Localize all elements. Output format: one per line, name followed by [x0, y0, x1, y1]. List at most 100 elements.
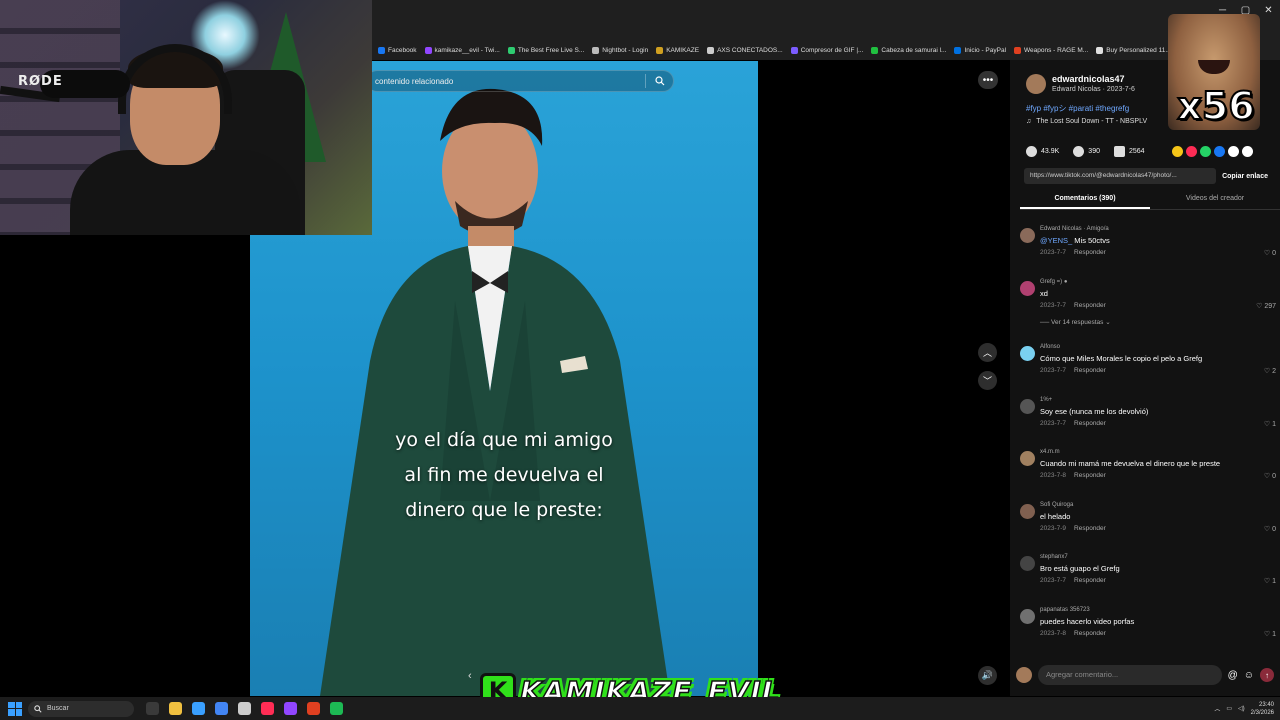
emoji-icon[interactable]: ☺ — [1244, 670, 1254, 681]
bookmark-item[interactable]: Compresor de GIF |... — [790, 46, 863, 54]
avatar[interactable] — [1020, 399, 1035, 414]
volume-icon[interactable]: ◁) — [1238, 705, 1245, 712]
comment-like[interactable]: ♡ 1 — [1264, 577, 1276, 585]
reply-button[interactable]: Responder — [1074, 525, 1106, 532]
share-arrow-icon[interactable] — [1242, 146, 1253, 157]
taskbar-app-icon[interactable] — [192, 702, 205, 715]
facebook-icon[interactable] — [1214, 146, 1225, 157]
related-search-bar[interactable]: contenido relacionado — [366, 70, 674, 92]
avatar[interactable] — [1020, 609, 1035, 624]
reply-button[interactable]: Responder — [1074, 577, 1106, 584]
windows-start-icon[interactable] — [8, 701, 22, 716]
comment-like[interactable]: ♡ 1 — [1264, 420, 1276, 428]
bookmark-item[interactable]: Facebook — [378, 46, 417, 54]
taskbar-app-icon[interactable] — [330, 702, 343, 715]
reply-button[interactable]: Responder — [1074, 249, 1106, 256]
comment-username[interactable]: 1%+ — [1040, 397, 1052, 403]
post-link-field[interactable]: https://www.tiktok.com/@edwardnicolas47/… — [1024, 168, 1217, 184]
tray-chevron-icon[interactable]: ︿ — [1214, 704, 1220, 713]
bookmark-item[interactable]: KAMIKAZE — [656, 46, 699, 54]
more-options-button[interactable]: ••• — [978, 71, 998, 89]
taskbar-app-icon[interactable] — [146, 702, 159, 715]
post-hashtags[interactable]: #fyp #fypシ #parati #thegrefg — [1026, 103, 1129, 114]
reply-button[interactable]: Responder — [1074, 420, 1106, 427]
search-icon[interactable] — [645, 74, 665, 88]
bookmark-item[interactable]: Buy Personalized 11... — [1096, 46, 1171, 54]
comment-username[interactable]: Alfonso — [1040, 344, 1060, 350]
bookmark-item[interactable]: Weapons - RAGE M... — [1014, 46, 1088, 54]
emote-count: x56 — [1176, 83, 1255, 129]
music-row[interactable]: ♫ The Lost Soul Down - TT - NBSPLV — [1026, 118, 1147, 125]
volume-button[interactable]: 🔊 — [978, 666, 997, 685]
comment-mention[interactable]: @YENS_ — [1040, 236, 1072, 245]
previous-video-button[interactable]: ︿ — [978, 343, 997, 362]
comment-like-count: 0 — [1272, 526, 1276, 533]
close-button[interactable]: ✕ — [1257, 0, 1280, 20]
whatsapp-icon[interactable] — [1200, 146, 1211, 157]
heart-icon: ♡ — [1263, 250, 1273, 257]
comment-username[interactable]: stephanx7 — [1040, 554, 1068, 560]
comment-username[interactable]: Edward Nicolas · Amigo/a — [1040, 226, 1109, 232]
comment-username[interactable]: papanatas 356723 — [1040, 607, 1090, 613]
copy-link-button[interactable]: Copiar enlace — [1222, 173, 1268, 180]
tab-creator-videos[interactable]: Videos del creador — [1150, 190, 1280, 209]
bookmark-item[interactable]: Inicio - PayPal — [954, 46, 1006, 54]
comment-username[interactable]: Grefg =) ● — [1040, 279, 1067, 285]
like-action[interactable]: 43.9K — [1026, 146, 1059, 157]
bookmark-item[interactable]: kamikaze__evil - Twi... — [424, 46, 500, 54]
comment-like-count: 297 — [1264, 303, 1276, 310]
clock[interactable]: 23:40 2/3/2026 — [1251, 701, 1274, 717]
x-icon[interactable] — [1228, 146, 1239, 157]
avatar[interactable] — [1020, 451, 1035, 466]
coin-icon[interactable] — [1172, 146, 1183, 157]
bookmark-item[interactable]: AXS CONECTADOS... — [707, 46, 783, 54]
taskbar-search[interactable]: Buscar — [28, 700, 134, 717]
taskbar-app-icon[interactable] — [284, 702, 297, 715]
comment-username[interactable]: Sofi Quiroga — [1040, 502, 1073, 508]
reply-button[interactable]: Responder — [1074, 302, 1106, 309]
comment-like[interactable]: ♡ 1 — [1264, 630, 1276, 638]
mention-icon[interactable]: @ — [1228, 670, 1238, 681]
taskbar-app-icon[interactable] — [238, 702, 251, 715]
comment-input[interactable]: Agregar comentario... — [1038, 665, 1222, 685]
bookmark-favicon-icon — [507, 46, 515, 54]
taskbar-app-icon[interactable] — [169, 702, 182, 715]
author-row[interactable]: edwardnicolas47 Edward Nicolas · 2023-7-… — [1026, 74, 1135, 94]
avatar[interactable] — [1020, 228, 1035, 243]
taskbar-app-icon[interactable] — [215, 702, 228, 715]
next-video-button[interactable]: ﹀ — [978, 371, 997, 390]
bookmark-item[interactable]: Nightbot - Login — [592, 46, 648, 54]
avatar[interactable] — [1020, 504, 1035, 519]
comment-username[interactable]: x4.m.m — [1040, 449, 1060, 455]
author-username[interactable]: edwardnicolas47 — [1052, 74, 1135, 84]
repost-icon[interactable] — [1186, 146, 1197, 157]
comment-text: Bro está guapo el Grefg — [1040, 564, 1120, 573]
avatar[interactable] — [1026, 74, 1046, 94]
music-title[interactable]: The Lost Soul Down - TT - NBSPLV — [1036, 118, 1147, 125]
view-replies-button[interactable]: ── Ver 14 respuestas ⌄ — [1040, 318, 1111, 326]
previous-slide-arrow[interactable]: ‹ — [468, 670, 472, 682]
avatar[interactable] — [1020, 556, 1035, 571]
save-action[interactable]: 2564 — [1113, 146, 1145, 157]
comment-like[interactable]: ♡ 2 — [1264, 367, 1276, 375]
comment-action[interactable]: 390 — [1073, 146, 1100, 157]
avatar[interactable] — [1020, 281, 1035, 296]
taskbar-app-icon[interactable] — [261, 702, 274, 715]
bookmark-item[interactable]: The Best Free Live S... — [507, 46, 584, 54]
bookmark-item[interactable]: Cabeza de samurai l... — [871, 46, 946, 54]
avatar — [1016, 667, 1032, 683]
heart-icon: ♡ — [1263, 526, 1273, 533]
reply-button[interactable]: Responder — [1074, 367, 1106, 374]
tab-comments[interactable]: Comentarios (390) — [1020, 190, 1150, 209]
comment-like[interactable]: ♡ 0 — [1264, 525, 1276, 533]
comment-like[interactable]: ♡ 297 — [1256, 302, 1276, 310]
reply-button[interactable]: Responder — [1074, 630, 1106, 637]
avatar[interactable] — [1020, 346, 1035, 361]
comment-like[interactable]: ♡ 0 — [1264, 249, 1276, 257]
taskbar-app-icon[interactable] — [307, 702, 320, 715]
reply-button[interactable]: Responder — [1074, 472, 1106, 479]
comment-like[interactable]: ♡ 0 — [1264, 472, 1276, 480]
network-icon[interactable]: ▭ — [1226, 705, 1232, 712]
search-input[interactable]: contenido relacionado — [375, 77, 453, 86]
send-button[interactable]: ↑ — [1260, 668, 1274, 682]
